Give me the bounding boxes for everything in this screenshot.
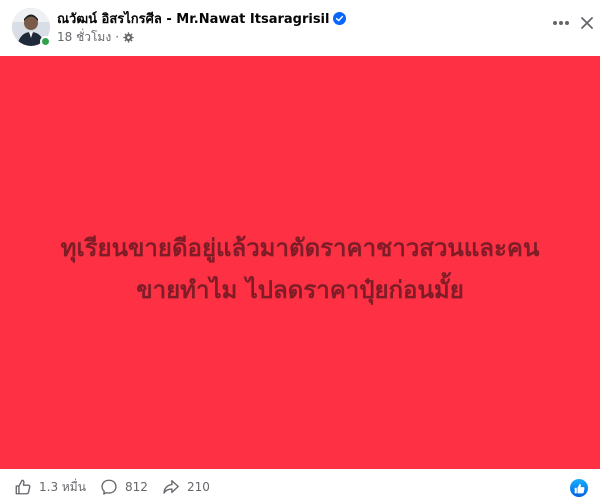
like-count: 1.3 หมื่น <box>39 479 86 494</box>
like-thumb-icon <box>15 479 31 495</box>
post-timestamp[interactable]: 18 ชั่วโมง <box>57 28 111 47</box>
share-arrow-icon <box>163 480 179 494</box>
close-post-button[interactable] <box>576 10 598 36</box>
author-line: ณวัฒน์ อิสรไกรศีล - Mr.Nawat Itsaragrisi… <box>57 8 347 29</box>
post-text-background[interactable]: ทุเรียนขายดีอยู่แล้วมาตัดราคาชาวสวนและคน… <box>0 56 600 469</box>
post-text: ทุเรียนขายดีอยู่แล้วมาตัดราคาชาวสวนและคน… <box>60 233 540 304</box>
comment-count: 812 <box>125 480 148 494</box>
like-reaction-icon <box>574 483 585 493</box>
post-header: ณวัฒน์ อิสรไกรศีล - Mr.Nawat Itsaragrisi… <box>0 0 600 56</box>
settings-gear-icon[interactable] <box>123 31 134 43</box>
like-count-button[interactable]: 1.3 หมื่น <box>14 478 86 496</box>
close-icon <box>581 17 593 29</box>
online-status-dot <box>40 36 51 47</box>
more-options-button[interactable] <box>548 10 574 36</box>
share-count-button[interactable]: 210 <box>162 478 210 496</box>
like-reaction-badge[interactable] <box>570 479 588 497</box>
meta-separator: · <box>115 30 120 44</box>
post-meta: 18 ชั่วโมง · <box>57 29 134 45</box>
facebook-post: ณวัฒน์ อิสรไกรศีล - Mr.Nawat Itsaragrisi… <box>0 0 600 500</box>
verified-badge-icon <box>333 11 347 25</box>
post-footer: 1.3 หมื่น 812 210 <box>0 470 600 500</box>
comment-count-button[interactable]: 812 <box>100 478 148 496</box>
more-dots-icon <box>553 21 569 25</box>
comment-bubble-icon <box>101 479 117 495</box>
author-avatar-wrapper[interactable] <box>12 8 51 47</box>
author-name[interactable]: ณวัฒน์ อิสรไกรศีล - Mr.Nawat Itsaragrisi… <box>57 8 329 29</box>
share-count: 210 <box>187 480 210 494</box>
